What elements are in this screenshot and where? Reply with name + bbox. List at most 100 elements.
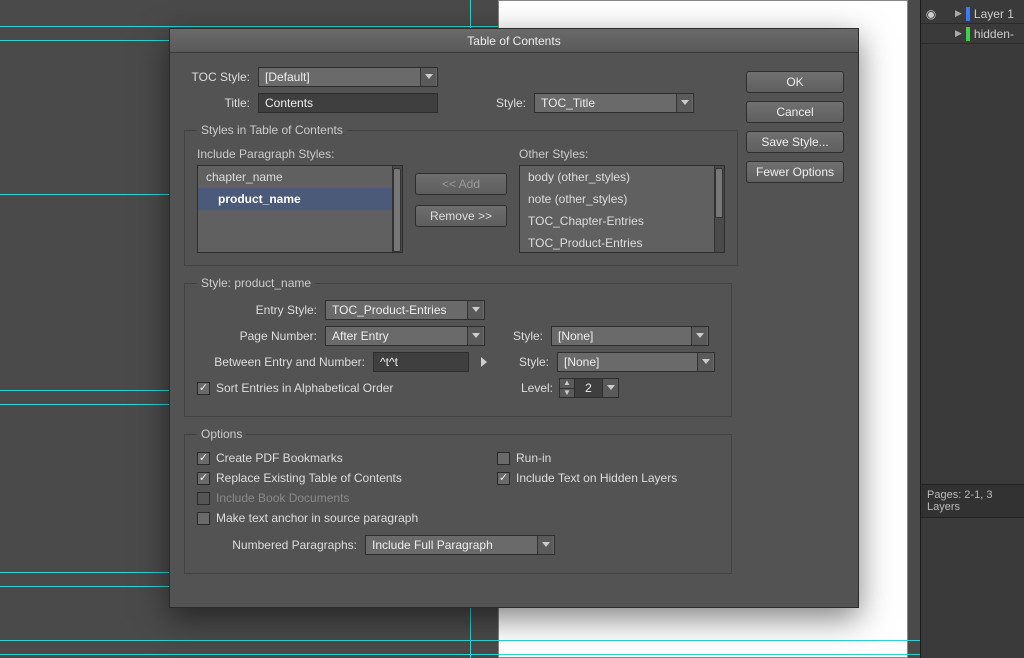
list-item[interactable]: body (other_styles) [520, 166, 724, 188]
styles-group: Styles in Table of Contents Include Para… [184, 123, 738, 266]
checkbox-label: Make text anchor in source paragraph [216, 511, 418, 525]
visibility-icon[interactable]: ◉ [925, 7, 937, 21]
toc-style-dropdown[interactable]: [Default] [258, 67, 438, 87]
checkbox-box [197, 452, 210, 465]
checkbox-box [197, 472, 210, 485]
replace-existing-checkbox[interactable]: Replace Existing Table of Contents [197, 471, 497, 485]
chevron-down-icon [697, 353, 713, 371]
chevron-down-icon [467, 301, 483, 319]
checkbox-box [497, 472, 510, 485]
style-detail-group: Style: product_name Entry Style: TOC_Pro… [184, 276, 732, 417]
level-value[interactable]: 2 [575, 378, 603, 398]
title-style-label: Style: [446, 96, 526, 110]
chevron-down-icon [537, 536, 553, 554]
entry-style-label: Entry Style: [197, 303, 317, 317]
chevron-down-icon [691, 327, 707, 345]
layer-name: hidden- [974, 27, 1014, 41]
dropdown-value: TOC_Title [541, 96, 595, 110]
chevron-down-icon[interactable] [603, 378, 619, 398]
text-anchor-checkbox[interactable]: Make text anchor in source paragraph [197, 511, 719, 525]
checkbox-label: Include Book Documents [216, 491, 349, 505]
chevron-down-icon [420, 68, 436, 86]
level-label: Level: [521, 381, 553, 395]
entry-style-dropdown[interactable]: TOC_Product-Entries [325, 300, 485, 320]
disclosure-triangle-icon[interactable]: ▶ [955, 8, 962, 19]
title-label: Title: [184, 96, 250, 110]
dropdown-value: After Entry [332, 329, 389, 343]
ok-button[interactable]: OK [746, 71, 844, 93]
book-documents-checkbox: Include Book Documents [197, 491, 719, 505]
title-value: Contents [265, 96, 313, 110]
cancel-button[interactable]: Cancel [746, 101, 844, 123]
checkbox-box [197, 512, 210, 525]
dialog-title: Table of Contents [170, 29, 858, 53]
disclosure-triangle-icon[interactable]: ▶ [955, 28, 962, 39]
fewer-options-button[interactable]: Fewer Options [746, 161, 844, 183]
checkbox-label: Create PDF Bookmarks [216, 451, 343, 465]
layer-name: Layer 1 [974, 7, 1014, 21]
checkbox-label: Run-in [516, 451, 551, 465]
style-detail-legend: Style: product_name [197, 276, 315, 290]
remove-button[interactable]: Remove >> [415, 205, 507, 227]
numbered-paragraphs-dropdown[interactable]: Include Full Paragraph [365, 535, 555, 555]
between-style-dropdown[interactable]: [None] [557, 352, 715, 372]
layer-row[interactable]: ◉ ▶ Layer 1 [921, 4, 1024, 24]
guide-line [0, 194, 169, 195]
add-button[interactable]: << Add [415, 173, 507, 195]
guide-line [0, 390, 169, 391]
scrollbar[interactable] [392, 166, 402, 252]
checkbox-label: Include Text on Hidden Layers [516, 471, 677, 485]
save-style-button[interactable]: Save Style... [746, 131, 844, 153]
dropdown-value: [None] [558, 329, 593, 343]
list-item[interactable]: note (other_styles) [520, 188, 724, 210]
dropdown-value: [Default] [265, 70, 310, 84]
list-item[interactable]: chapter_name [198, 166, 402, 188]
other-styles-label: Other Styles: [519, 147, 725, 161]
checkbox-label: Replace Existing Table of Contents [216, 471, 402, 485]
styles-group-legend: Styles in Table of Contents [197, 123, 347, 137]
title-style-dropdown[interactable]: TOC_Title [534, 93, 694, 113]
list-item-selected[interactable]: product_name [198, 188, 402, 210]
list-item[interactable]: TOC_Chapter-Entries [520, 210, 724, 232]
layer-row[interactable]: ▶ hidden- [921, 24, 1024, 44]
other-styles-listbox[interactable]: body (other_styles) note (other_styles) … [519, 165, 725, 253]
guide-line [0, 572, 169, 573]
numbered-paragraphs-label: Numbered Paragraphs: [197, 538, 357, 552]
stepper-down-icon[interactable]: ▼ [560, 389, 574, 398]
checkbox-label: Sort Entries in Alphabetical Order [216, 381, 393, 395]
page-number-dropdown[interactable]: After Entry [325, 326, 485, 346]
options-group: Options Create PDF Bookmarks Run-in Repl… [184, 427, 732, 574]
dropdown-value: TOC_Product-Entries [332, 303, 447, 317]
layer-color-swatch [966, 27, 970, 41]
scrollbar[interactable] [714, 166, 724, 252]
scrollbar-thumb[interactable] [715, 168, 723, 218]
page-number-style-label: Style: [493, 329, 543, 343]
scrollbar-thumb[interactable] [393, 168, 401, 252]
pdf-bookmarks-checkbox[interactable]: Create PDF Bookmarks [197, 451, 497, 465]
guide-line [0, 640, 920, 641]
toc-dialog: Table of Contents OK Cancel Save Style..… [169, 28, 859, 608]
layers-panel: ◉ ▶ Layer 1 ▶ hidden- Pages: 2-1, 3 Laye… [920, 0, 1024, 658]
guide-line [0, 586, 169, 587]
special-char-flyout-icon[interactable] [477, 352, 491, 372]
include-styles-label: Include Paragraph Styles: [197, 147, 403, 161]
run-in-checkbox[interactable]: Run-in [497, 451, 719, 465]
list-item[interactable]: TOC_Product-Entries [520, 232, 724, 253]
dropdown-value: [None] [564, 355, 599, 369]
title-field[interactable]: Contents [258, 93, 438, 113]
sort-entries-checkbox[interactable]: Sort Entries in Alphabetical Order [197, 381, 393, 395]
between-field[interactable]: ^t^t [373, 352, 469, 372]
guide-line [0, 654, 920, 655]
level-stepper[interactable]: ▲ ▼ 2 [559, 378, 619, 398]
page-number-style-dropdown[interactable]: [None] [551, 326, 709, 346]
include-styles-listbox[interactable]: chapter_name product_name [197, 165, 403, 253]
dropdown-value: Include Full Paragraph [372, 538, 493, 552]
checkbox-box [197, 382, 210, 395]
checkbox-box [197, 492, 210, 505]
layer-color-swatch [966, 7, 970, 21]
hidden-layers-checkbox[interactable]: Include Text on Hidden Layers [497, 471, 719, 485]
between-label: Between Entry and Number: [197, 355, 365, 369]
checkbox-box [497, 452, 510, 465]
toc-style-label: TOC Style: [184, 70, 250, 84]
guide-line [0, 404, 169, 405]
